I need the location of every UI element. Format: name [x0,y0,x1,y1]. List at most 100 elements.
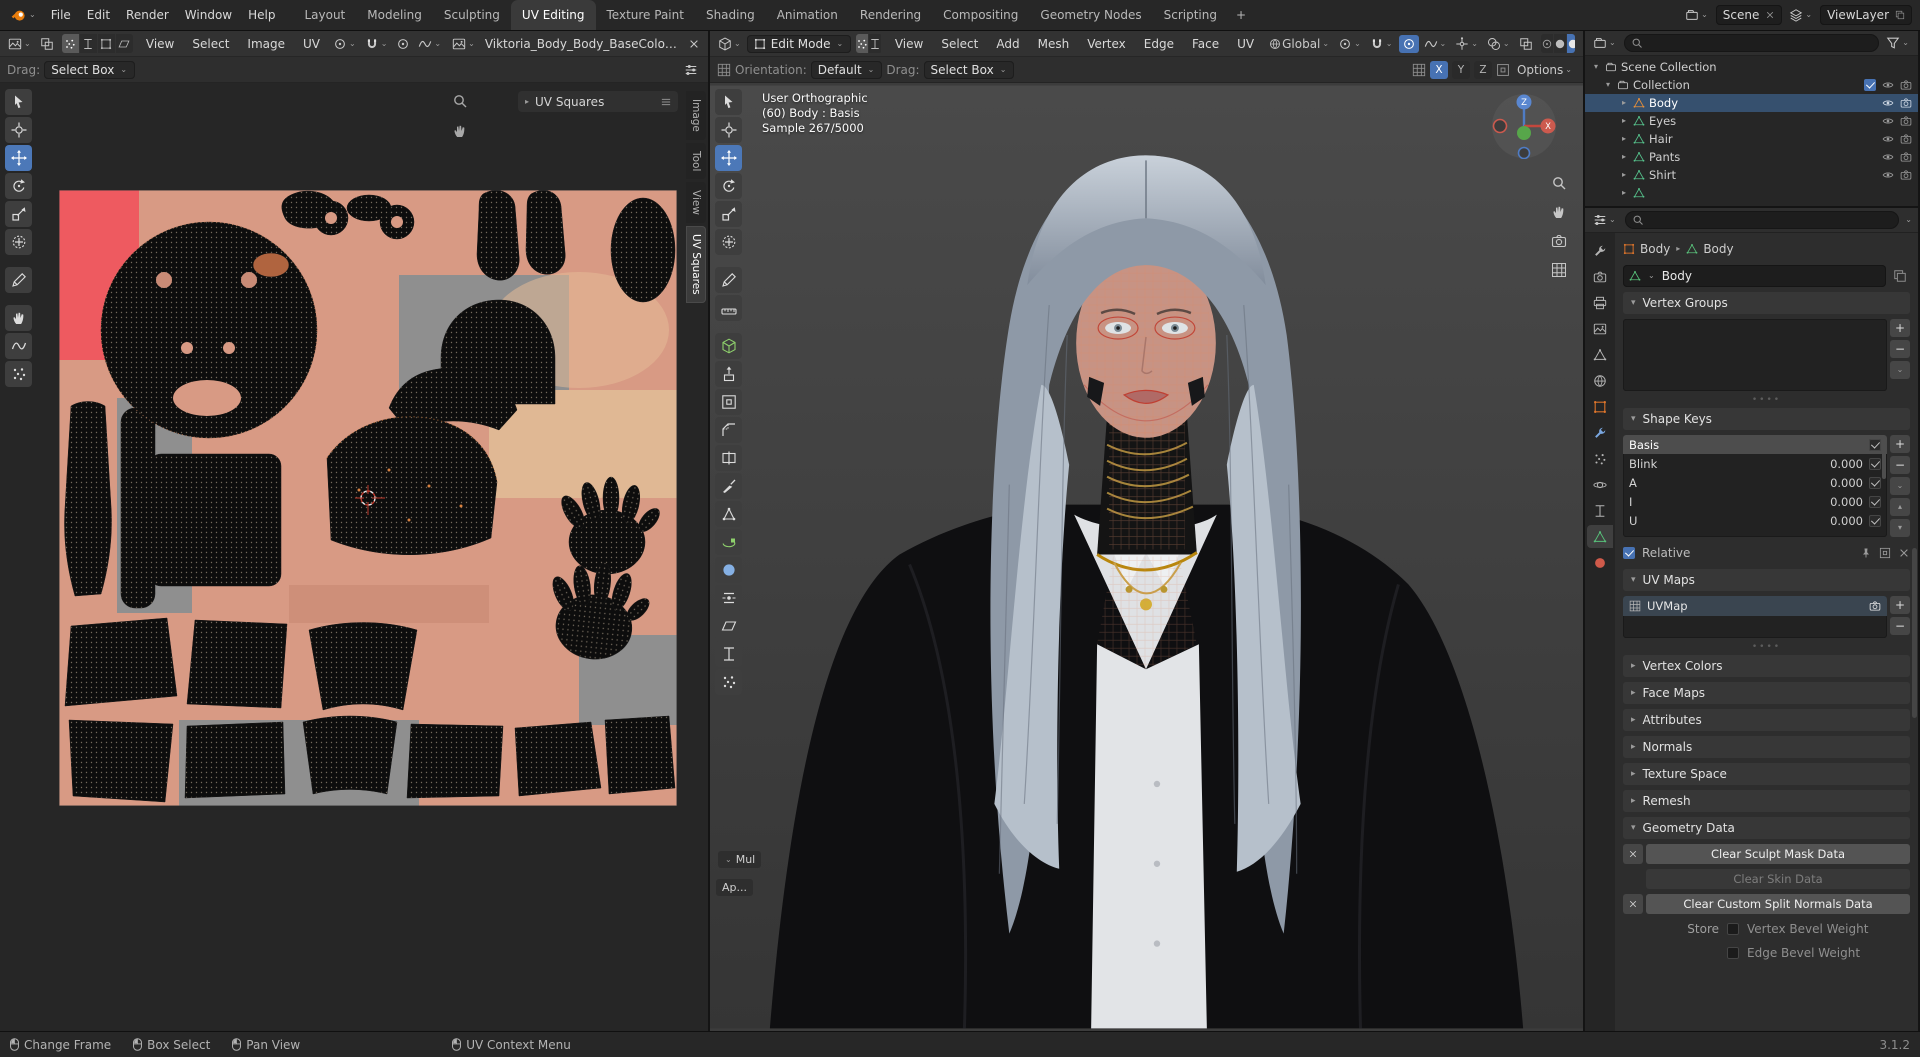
orientation-dropdown[interactable]: Global ⌄ [1266,35,1333,53]
clear-shape-icon[interactable] [1898,547,1910,559]
uv-falloff-button[interactable]: ⌄ [415,35,445,53]
move-shape-key-down-button[interactable]: ▾ [1890,519,1910,537]
mirror-x-toggle[interactable]: X [1429,60,1448,79]
uv-editor-type-button[interactable]: ⌄ [5,35,35,53]
vp-menu-view[interactable]: View [887,37,931,51]
tool-rotate[interactable] [5,173,32,199]
tool-measure[interactable] [715,295,742,321]
camera-icon[interactable] [1900,115,1912,127]
xray-toggle[interactable] [1516,35,1536,53]
tab-modifiers[interactable] [1587,421,1613,444]
tool-pinch[interactable] [5,361,32,387]
outliner-row-scene-collection[interactable]: ▾ Scene Collection [1585,58,1918,76]
shading-material-button[interactable] [1566,34,1575,53]
outliner-row-eyes[interactable]: ▸ Eyes [1585,112,1918,130]
relative-checkbox[interactable] [1623,547,1635,559]
overlays-button[interactable]: ⌄ [1484,35,1514,53]
vp-pivot-button[interactable]: ⌄ [1335,35,1365,53]
scene-selector[interactable]: Scene [1715,5,1783,25]
unlink-image-button[interactable] [685,36,703,52]
tool-cursor[interactable] [5,117,32,143]
properties-scrollbar[interactable] [1912,548,1917,718]
section-texture-space[interactable]: ▸ Texture Space [1623,763,1910,785]
tool-move[interactable] [715,145,742,171]
mesh-name-field[interactable]: ⌄ Body [1623,265,1886,287]
section-attributes[interactable]: ▸ Attributes [1623,709,1910,731]
section-normals[interactable]: ▸ Normals [1623,736,1910,758]
edge-bevel-weight-checkbox[interactable] [1727,946,1739,959]
uv-sync-selection-toggle[interactable] [37,35,57,53]
vertex-groups-list[interactable] [1623,319,1887,391]
tab-particles[interactable] [1587,447,1613,470]
viewlayer-selector[interactable]: ViewLayer [1820,5,1912,25]
outliner-row-clipped[interactable]: ▸ [1585,184,1918,202]
pin-shape-icon[interactable] [1860,547,1872,559]
tool-poly-build[interactable] [715,501,742,527]
tool-options-icon[interactable] [717,63,731,77]
ortho-toggle-icon[interactable] [1551,262,1567,278]
multires-collapsed-panel[interactable]: ⌄ Mul [718,851,762,868]
edit-mode-shape-icon[interactable] [1879,547,1891,559]
viewport-canvas[interactable]: User Orthographic (60) Body : Basis Samp… [710,83,1583,1031]
uv-texture-image[interactable] [59,190,677,806]
tool-scale[interactable] [5,201,32,227]
clear-skin-data-button[interactable]: Clear Skin Data [1646,869,1910,889]
uv-canvas[interactable]: ▸ UV Squares Image Tool View UV Squares [0,83,708,1031]
uv-proportional-toggle[interactable] [393,35,413,53]
shape-key-row-basis[interactable]: Basis [1623,435,1887,454]
vp-menu-face[interactable]: Face [1184,37,1227,51]
section-uv-maps[interactable]: ▾ UV Maps [1623,569,1910,591]
workspace-tab-modeling[interactable]: Modeling [356,0,433,30]
vp-drag-mode-dropdown[interactable]: Select Box ⌄ [923,60,1015,79]
section-vertex-colors[interactable]: ▸ Vertex Colors [1623,655,1910,677]
clear-custom-split-normals-button[interactable]: Clear Custom Split Normals Data [1646,894,1910,914]
menu-help[interactable]: Help [240,0,283,30]
outliner-row-hair[interactable]: ▸ Hair [1585,130,1918,148]
camera-icon[interactable] [1900,169,1912,181]
shape-key-row-u[interactable]: U 0.000 [1623,511,1887,530]
mirror-z-toggle[interactable]: Z [1473,60,1492,79]
new-viewlayer-icon[interactable] [1895,10,1905,20]
camera-icon[interactable] [1900,151,1912,163]
vp-proportional-toggle[interactable] [1398,34,1419,53]
viewlayer-browse-button[interactable]: ⌄ [1786,6,1816,24]
blender-menu-button[interactable]: ⌄ [4,0,43,30]
remove-vertex-group-button[interactable]: − [1890,340,1910,358]
tool-inset[interactable] [715,389,742,415]
uv-drag-mode-dropdown[interactable]: Select Box ⌄ [44,60,136,79]
sidebar-tab-tool[interactable]: Tool [686,142,706,180]
vp-menu-vertex[interactable]: Vertex [1079,37,1134,51]
add-uv-map-button[interactable]: + [1890,596,1910,614]
image-browse-button[interactable]: ⌄ [449,35,479,53]
pan-hand-icon[interactable] [1551,204,1567,220]
workspace-tab-scripting[interactable]: Scripting [1153,0,1228,30]
uv-menu-image[interactable]: Image [239,37,293,51]
menu-file[interactable]: File [43,0,79,30]
list-scrollbar[interactable] [1882,439,1886,479]
tool-annotate[interactable] [5,267,32,293]
tool-edge-slide[interactable] [715,585,742,611]
add-workspace-button[interactable]: + [1228,0,1254,30]
properties-search-input[interactable] [1624,211,1900,229]
eye-icon[interactable] [1882,79,1894,91]
tab-world[interactable] [1587,369,1613,392]
workspace-tab-layout[interactable]: Layout [293,0,356,30]
sidebar-tab-uv-squares[interactable]: UV Squares [686,226,706,303]
uv-menu-uv[interactable]: UV [295,37,328,51]
uv-select-vertex-button[interactable] [61,34,79,53]
workspace-tab-rendering[interactable]: Rendering [849,0,932,30]
camera-view-icon[interactable] [1551,233,1567,249]
shape-key-mute-checkbox[interactable] [1869,457,1881,470]
shape-key-row-a[interactable]: A 0.000 [1623,473,1887,492]
workspace-tab-uv-editing[interactable]: UV Editing [510,0,596,30]
tool-bevel[interactable] [715,417,742,443]
section-face-maps[interactable]: ▸ Face Maps [1623,682,1910,704]
remove-uv-map-button[interactable]: − [1890,617,1910,635]
workspace-tab-compositing[interactable]: Compositing [932,0,1029,30]
vp-snap-toggle[interactable]: ⌄ [1367,35,1397,53]
vertex-group-specials-button[interactable]: ⌄ [1890,361,1910,379]
tool-annotate[interactable] [715,267,742,293]
section-vertex-groups[interactable]: ▾ Vertex Groups [1623,292,1910,314]
add-shape-key-button[interactable]: + [1890,435,1910,453]
tab-output[interactable] [1587,291,1613,314]
